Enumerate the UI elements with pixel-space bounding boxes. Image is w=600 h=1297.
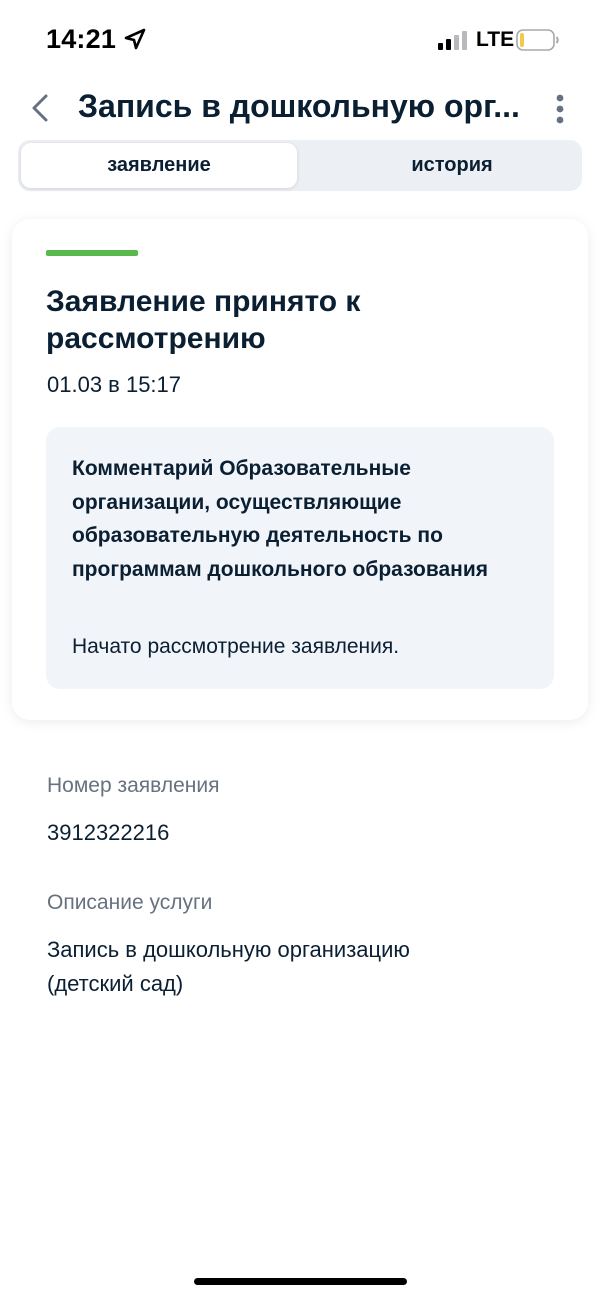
status-title-line1: Заявление принято к [46, 285, 361, 318]
home-indicator[interactable] [194, 1278, 407, 1285]
service-description-label: Описание услуги [47, 891, 213, 914]
more-options-icon[interactable] [546, 86, 574, 130]
application-number-value: 3912322216 [47, 820, 170, 845]
comment-text: Начато рассмотрение заявления. [72, 635, 400, 658]
cellular-signal-icon [438, 31, 467, 50]
tab-application[interactable]: заявление [21, 143, 297, 188]
app-header: Запись в дошкольную орг... [0, 80, 600, 136]
comment-title: Комментарий Образовательные организации,… [72, 457, 488, 581]
battery-icon [516, 29, 559, 51]
service-description-line1: Запись в дошкольную организацию [47, 937, 410, 962]
location-arrow-icon [124, 28, 146, 50]
status-title-line2: рассмотрению [46, 322, 266, 355]
status-bar: 14:21 LTE [0, 0, 600, 80]
application-status-card: Заявление принято к рассмотрению 01.03 в… [12, 219, 588, 720]
status-time: 14:21 [46, 24, 117, 54]
status-date: 01.03 в 15:17 [47, 372, 182, 397]
segmented-tabs: заявление история [18, 140, 582, 191]
comment-box: Комментарий Образовательные организации,… [46, 427, 554, 689]
service-description-line2: (детский сад) [47, 971, 184, 996]
page-title: Запись в дошкольную орг... [78, 88, 520, 124]
screen: 14:21 LTE Запись в дошкольную орг... зая… [0, 0, 600, 1297]
tab-history[interactable]: история [314, 143, 590, 188]
application-number-label: Номер заявления [47, 774, 220, 797]
status-indicator-stripe [46, 250, 138, 256]
status-title: Заявление принято к рассмотрению [46, 283, 546, 357]
back-chevron-icon[interactable] [24, 88, 60, 128]
service-description-value: Запись в дошкольную организацию (детский… [47, 933, 410, 1001]
network-type: LTE [476, 28, 515, 51]
